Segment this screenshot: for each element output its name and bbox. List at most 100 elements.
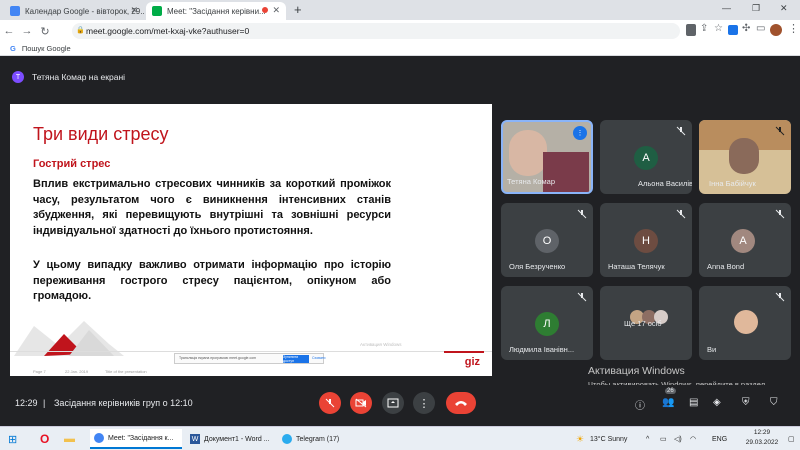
puzzle-icon[interactable]: ✣	[742, 23, 750, 34]
present-icon	[387, 398, 399, 408]
opera-icon[interactable]: O	[40, 429, 49, 449]
end-call-icon	[455, 401, 467, 406]
profile-avatar[interactable]	[770, 24, 782, 36]
mic-off-icon	[676, 209, 686, 219]
share-icon[interactable]: ⇪	[700, 23, 708, 34]
mic-off-icon	[775, 126, 785, 136]
google-icon: G	[10, 44, 16, 53]
participant-count-badge: 26	[665, 388, 676, 394]
meet-icon	[152, 6, 162, 16]
weather-text[interactable]: 13°C Sunny	[590, 429, 627, 449]
more-options-button[interactable]: ⋮	[413, 392, 435, 414]
tray-chevron-icon[interactable]: ^	[646, 429, 649, 449]
network-icon[interactable]: ▭	[660, 429, 667, 449]
reload-icon[interactable]: ↻	[36, 25, 54, 38]
close-window-button[interactable]: ✕	[780, 3, 788, 14]
giz-logo: giz	[464, 356, 480, 368]
taskbar-item-telegram[interactable]: Telegram (17)	[278, 429, 358, 449]
host-controls-icon[interactable]: ⛉	[770, 397, 778, 408]
camera-off-icon	[355, 398, 367, 408]
word-icon: W	[190, 434, 200, 444]
mic-off-icon	[325, 398, 335, 408]
avatar: О	[535, 229, 559, 253]
taskbar-item-meet[interactable]: Meet: "Засідання к...	[90, 429, 182, 449]
avatar: А	[634, 146, 658, 170]
maximize-button[interactable]: ❐	[752, 3, 760, 14]
mic-toggle-button[interactable]	[319, 392, 341, 414]
presenter-avatar: Т	[12, 71, 24, 83]
camera-icon[interactable]	[686, 24, 696, 36]
mic-off-icon	[577, 292, 587, 302]
tab-calendar[interactable]: Календар Google - вівторок, 29... ✕	[4, 2, 144, 20]
tab-meet[interactable]: Meet: "Засідання керівни... ✕	[146, 2, 286, 20]
presenter-banner: Т Тетяна Комар на екрані	[12, 71, 125, 83]
slide-watermark: Активация Windows	[360, 342, 402, 347]
start-icon[interactable]: ⊞	[8, 429, 17, 449]
present-button[interactable]	[382, 392, 404, 414]
participant-tile[interactable]: Н Наташа Телячук	[600, 203, 692, 277]
bookmark-google-search[interactable]: Пошук Google	[22, 44, 71, 53]
meeting-title: Засідання керівників груп о 12:10	[54, 398, 193, 408]
meeting-time: 12:29	[15, 398, 38, 408]
calendar-icon	[10, 6, 20, 16]
lock-icon: 🔒	[76, 27, 85, 34]
info-icon[interactable]: ⓘ	[635, 397, 645, 412]
new-tab-button[interactable]: +	[294, 2, 302, 17]
folder-icon[interactable]: ▬	[64, 429, 75, 449]
windows-taskbar: ⊞ O ▬ Meet: "Засідання к... W Документ1 …	[0, 426, 800, 450]
participant-tile-others[interactable]: Ще 17 осіб	[600, 286, 692, 360]
minimize-button[interactable]: —	[722, 3, 731, 13]
participant-video	[543, 152, 589, 192]
mic-off-icon	[775, 292, 785, 302]
notifications-icon[interactable]: ▢	[788, 429, 795, 449]
back-icon[interactable]: ←	[0, 25, 18, 37]
slide-footer-accent	[444, 351, 484, 353]
bookmark-star-icon[interactable]: ☆	[714, 23, 723, 34]
meet-top-bar: Т Тетяна Комар на екрані	[0, 56, 800, 96]
sidebar-icon[interactable]: ▭	[756, 23, 765, 34]
url-input[interactable]: 🔒 meet.google.com/met-kxaj-vke?authuser=…	[72, 23, 680, 39]
participant-video	[509, 130, 547, 176]
slide-paragraph-2: У цьому випадку важливо отримати інформа…	[33, 259, 391, 302]
lock-icon[interactable]: ⛨	[742, 397, 750, 408]
volume-icon[interactable]: ◁)	[674, 429, 682, 449]
slide-subtitle: Гострий стрес	[33, 158, 111, 170]
camera-toggle-button[interactable]	[350, 392, 372, 414]
close-tab-icon[interactable]: ✕	[130, 5, 138, 16]
forward-icon[interactable]: →	[18, 25, 36, 37]
mic-off-icon	[676, 126, 686, 136]
participant-tile-self[interactable]: Ви	[699, 286, 791, 360]
bookmarks-bar: G Пошук Google	[0, 42, 800, 56]
people-icon[interactable]: 👥	[662, 397, 674, 408]
taskbar-item-word[interactable]: W Документ1 - Word ...	[186, 429, 274, 449]
telegram-icon	[282, 434, 292, 444]
menu-icon[interactable]: ⋮	[788, 22, 799, 35]
participant-tile[interactable]: ⋮ Тетяна Комар	[501, 120, 593, 194]
slide-paragraph-1: Вплив екстримально стресових чинників за…	[33, 178, 391, 237]
mic-off-icon	[577, 209, 587, 219]
slide-title: Три види стресу	[33, 124, 169, 144]
participant-tile[interactable]: Л Людмила Іванівн...	[501, 286, 593, 360]
apps-icon[interactable]: ◈	[713, 397, 721, 408]
participant-tile[interactable]: Інна Бабійчук	[699, 120, 791, 194]
avatar: Н	[634, 229, 658, 253]
chat-icon[interactable]: ▤	[689, 397, 698, 408]
slide-footer-rule	[10, 351, 492, 352]
extension-icon[interactable]	[728, 25, 738, 35]
close-tab-icon[interactable]: ✕	[272, 5, 280, 16]
presenter-label: Тетяна Комар на екрані	[32, 72, 126, 82]
end-call-button[interactable]	[446, 392, 476, 414]
participant-tile[interactable]: A Anna Bond	[699, 203, 791, 277]
participant-tile[interactable]: О Оля Безрученко	[501, 203, 593, 277]
chrome-icon	[94, 433, 104, 443]
wifi-icon[interactable]: ◠	[690, 429, 696, 449]
language-indicator[interactable]: ENG	[712, 429, 727, 449]
speaking-icon: ⋮	[573, 126, 587, 140]
shared-screen: Три види стресу Гострий стрес Вплив екст…	[10, 104, 492, 376]
participant-tile[interactable]: А Альона Василівна	[600, 120, 692, 194]
taskbar-clock[interactable]: 12:29 29.03.2022	[740, 428, 784, 448]
participant-video	[729, 138, 759, 174]
weather-icon: ☀	[576, 433, 585, 444]
slide-footer: Page 7 22 Jan. 2019 Title of the present…	[33, 369, 147, 374]
meet-control-bar: 12:29 | Засідання керівників груп о 12:1…	[0, 385, 800, 421]
